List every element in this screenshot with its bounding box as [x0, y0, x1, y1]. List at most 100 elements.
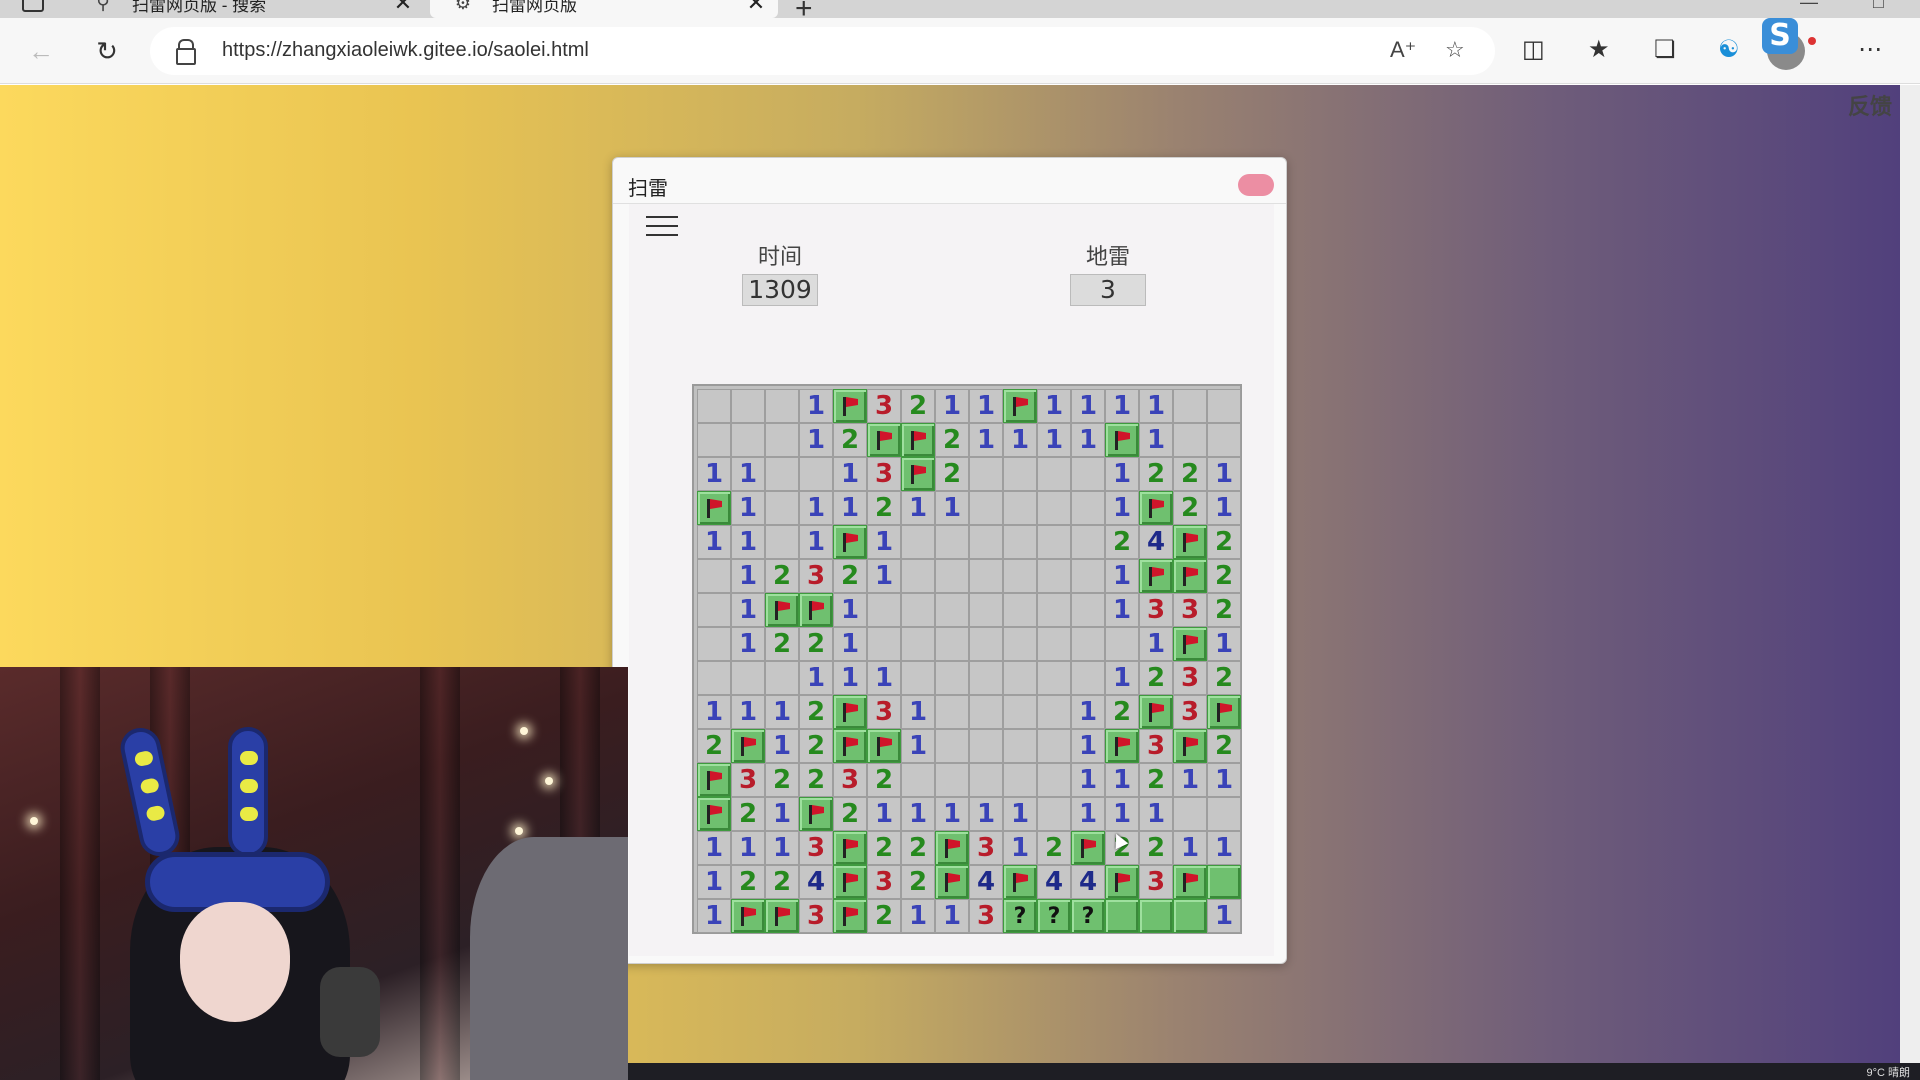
empty-cell[interactable] [765, 491, 799, 525]
number-cell[interactable]: 1 [935, 491, 969, 525]
number-cell[interactable]: 2 [1139, 457, 1173, 491]
empty-cell[interactable] [731, 389, 765, 423]
tab-search[interactable]: ⚲ 扫雷网页版 - 搜索 ✕ [70, 0, 425, 18]
menu-icon[interactable] [646, 214, 678, 238]
empty-cell[interactable] [935, 525, 969, 559]
number-cell[interactable]: 1 [731, 559, 765, 593]
number-cell[interactable]: 2 [1037, 831, 1071, 865]
number-cell[interactable]: 4 [1071, 865, 1105, 899]
number-cell[interactable]: 1 [1037, 389, 1071, 423]
flag-cell[interactable] [1105, 423, 1139, 457]
empty-cell[interactable] [731, 423, 765, 457]
number-cell[interactable]: 1 [867, 525, 901, 559]
number-cell[interactable]: 4 [799, 865, 833, 899]
number-cell[interactable]: 1 [765, 831, 799, 865]
number-cell[interactable]: 1 [1139, 627, 1173, 661]
number-cell[interactable]: 1 [799, 491, 833, 525]
number-cell[interactable]: 2 [1207, 729, 1241, 763]
empty-cell[interactable] [935, 593, 969, 627]
extension-s-icon[interactable]: S [1762, 18, 1798, 54]
number-cell[interactable]: 2 [799, 729, 833, 763]
empty-cell[interactable] [1003, 593, 1037, 627]
empty-cell[interactable] [1037, 593, 1071, 627]
number-cell[interactable]: 1 [765, 797, 799, 831]
flag-cell[interactable] [833, 389, 867, 423]
number-cell[interactable]: 1 [901, 729, 935, 763]
empty-cell[interactable] [697, 593, 731, 627]
number-cell[interactable]: 1 [1173, 831, 1207, 865]
empty-cell[interactable] [969, 491, 1003, 525]
number-cell[interactable]: 2 [833, 559, 867, 593]
empty-cell[interactable] [867, 593, 901, 627]
flag-cell[interactable] [731, 729, 765, 763]
number-cell[interactable]: 1 [799, 525, 833, 559]
flag-cell[interactable] [1105, 865, 1139, 899]
number-cell[interactable]: 2 [833, 797, 867, 831]
empty-cell[interactable] [935, 729, 969, 763]
empty-cell[interactable] [1037, 491, 1071, 525]
number-cell[interactable]: 1 [1071, 389, 1105, 423]
empty-cell[interactable] [935, 661, 969, 695]
reload-button[interactable]: ↻ [88, 32, 126, 70]
number-cell[interactable]: 1 [901, 899, 935, 933]
number-cell[interactable]: 3 [1139, 593, 1173, 627]
number-cell[interactable]: 4 [1139, 525, 1173, 559]
number-cell[interactable]: 1 [1105, 661, 1139, 695]
flag-cell[interactable] [901, 457, 935, 491]
empty-cell[interactable] [1003, 763, 1037, 797]
window-close-button[interactable] [1238, 174, 1274, 196]
flag-cell[interactable] [1105, 729, 1139, 763]
empty-cell[interactable] [697, 661, 731, 695]
empty-cell[interactable] [867, 627, 901, 661]
empty-cell[interactable] [1037, 729, 1071, 763]
window-titlebar[interactable]: 扫雷 [613, 158, 1286, 204]
number-cell[interactable]: 1 [1003, 831, 1037, 865]
empty-cell[interactable] [1037, 695, 1071, 729]
number-cell[interactable]: 3 [1139, 729, 1173, 763]
empty-cell[interactable] [1071, 457, 1105, 491]
flag-cell[interactable] [833, 695, 867, 729]
number-cell[interactable]: 3 [867, 695, 901, 729]
number-cell[interactable]: 1 [833, 457, 867, 491]
number-cell[interactable]: 1 [1105, 559, 1139, 593]
number-cell[interactable]: 1 [833, 491, 867, 525]
tab-minesweeper[interactable]: ⚙ 扫雷网页版 ✕ [430, 0, 778, 18]
number-cell[interactable]: 2 [901, 865, 935, 899]
number-cell[interactable]: 1 [1037, 423, 1071, 457]
empty-cell[interactable] [799, 457, 833, 491]
empty-cell[interactable] [1003, 457, 1037, 491]
add-favorite-icon[interactable]: ☆ [1445, 37, 1465, 63]
empty-cell[interactable] [1037, 797, 1071, 831]
number-cell[interactable]: 2 [1105, 695, 1139, 729]
empty-cell[interactable] [969, 695, 1003, 729]
flag-cell[interactable] [901, 423, 935, 457]
number-cell[interactable]: 2 [901, 831, 935, 865]
number-cell[interactable]: 2 [833, 423, 867, 457]
empty-cell[interactable] [969, 729, 1003, 763]
number-cell[interactable]: 1 [1105, 797, 1139, 831]
empty-cell[interactable] [1071, 593, 1105, 627]
number-cell[interactable]: 1 [1139, 389, 1173, 423]
flag-cell[interactable] [1139, 559, 1173, 593]
empty-cell[interactable] [765, 423, 799, 457]
empty-cell[interactable] [935, 763, 969, 797]
number-cell[interactable]: 1 [901, 797, 935, 831]
minimize-icon[interactable]: — [1800, 0, 1818, 13]
number-cell[interactable]: 4 [969, 865, 1003, 899]
number-cell[interactable]: 1 [935, 797, 969, 831]
number-cell[interactable]: 1 [1207, 627, 1241, 661]
unrevealed-cell[interactable] [1173, 899, 1207, 933]
number-cell[interactable]: 2 [935, 423, 969, 457]
browser-essentials-icon[interactable]: ☯ [1718, 35, 1740, 64]
flag-cell[interactable] [935, 831, 969, 865]
empty-cell[interactable] [697, 559, 731, 593]
number-cell[interactable]: 3 [867, 389, 901, 423]
maximize-icon[interactable]: □ [1873, 0, 1884, 13]
number-cell[interactable]: 2 [1139, 831, 1173, 865]
number-cell[interactable]: 1 [731, 525, 765, 559]
number-cell[interactable]: 1 [697, 695, 731, 729]
number-cell[interactable]: 2 [765, 865, 799, 899]
number-cell[interactable]: 1 [799, 389, 833, 423]
empty-cell[interactable] [1207, 389, 1241, 423]
empty-cell[interactable] [1003, 525, 1037, 559]
